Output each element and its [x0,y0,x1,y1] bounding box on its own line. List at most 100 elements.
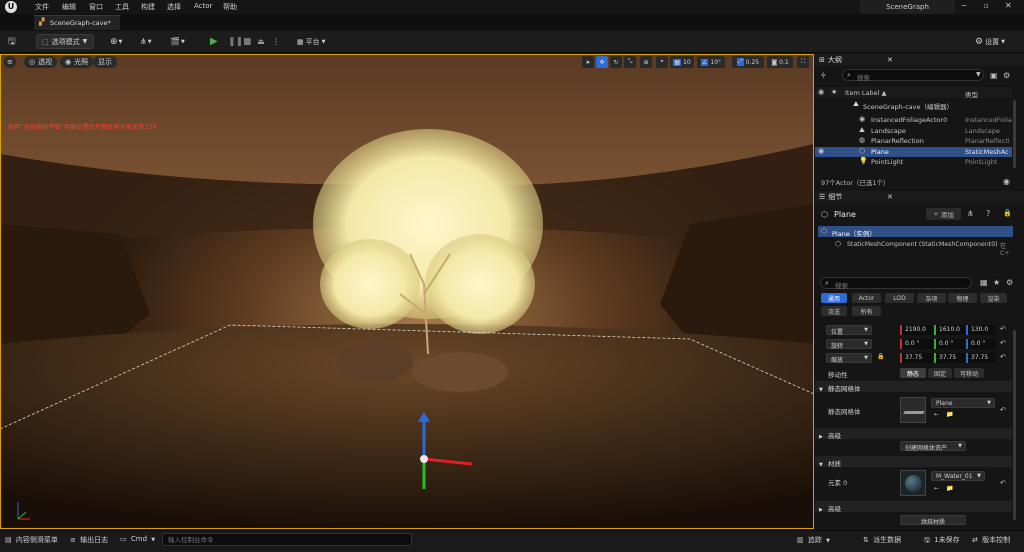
maximize-icon[interactable]: ▫ [984,2,989,10]
menu-file[interactable]: 文件 [35,2,49,12]
translate-tool-icon[interactable]: ✥ [596,56,608,68]
favorite-icon[interactable]: ★ [993,278,1000,287]
world-space-icon[interactable]: ⊕ [640,56,652,68]
reset-icon[interactable]: ↶ [1000,325,1006,333]
cmd-dropdown[interactable]: ▭ Cmd ▼ [120,535,155,543]
filter-physics[interactable]: 物理 [948,293,977,303]
outliner-row-selected[interactable]: ◉ ⬡ Plane StaticMeshAc [815,147,1012,157]
visibility-eye-icon[interactable]: ◉ [818,147,824,155]
component-row[interactable]: ⬡ StaticMeshComponent (StaticMeshCompone… [818,239,1015,257]
menu-actor[interactable]: Actor [194,2,212,10]
mesh-thumbnail[interactable] [900,397,926,423]
location-x-field[interactable]: 2190.0 [900,325,933,335]
outliner-row[interactable]: ◍ PlanarReflection PlanarReflecti [815,136,1012,146]
section-advanced[interactable]: ▶ 高级 [815,428,1012,440]
static-mesh-dropdown[interactable]: Plane ▼ [931,398,995,408]
platform-button[interactable]: ▦ 平台 ▼ [297,34,325,49]
reset-icon[interactable]: ↶ [1000,353,1006,361]
outliner-row[interactable]: ◉ InstancedFoliageActor0 InstancedFolia [815,115,1012,125]
viewport-menu-button[interactable]: ≡ [4,56,16,68]
show-button[interactable]: 显示 [93,56,117,68]
menu-help[interactable]: 帮助 [223,2,237,12]
source-control-button[interactable]: ⇄ 版本控制 [972,535,1010,545]
filter-general[interactable]: 通用 [821,293,847,303]
rotation-z-field[interactable]: 0.0 ° [966,339,996,349]
use-selected-icon[interactable]: ← [934,485,939,492]
location-dropdown[interactable]: 位置 ▼ [826,325,872,336]
level-viewport[interactable]: ≡ ◎ 透视 ◉ 光照 显示 ➤ ✥ ↻ ⤡ ⊕ ⌖ ▦ 10 ∠ 10° ⤢ … [0,54,814,529]
reset-icon[interactable]: ↶ [1000,339,1006,347]
rotation-snap-button[interactable]: ∠ 10° [697,56,725,68]
save-icon[interactable]: 🖫 [8,34,16,49]
location-y-field[interactable]: 1610.0 [934,325,965,335]
unsaved-button[interactable]: 🖫 1未保存 [924,535,960,547]
scale-y-field[interactable]: 37.75 [934,353,965,363]
blueprint-button[interactable]: ⋔ ▼ [140,34,152,49]
eject-button[interactable]: ⏏ [257,34,265,49]
filter-misc[interactable]: 杂项 [917,293,946,303]
rotation-dropdown[interactable]: 旋转 ▼ [826,339,872,350]
component-instance-row[interactable]: ⬡ Plane（实例） [818,226,1013,238]
outliner-row[interactable]: 💡 PointLight PointLight [815,157,1012,167]
filter-actor[interactable]: Actor [852,293,881,303]
table-view-icon[interactable]: ▦ [980,278,988,287]
bake-material-button[interactable]: 烘焙材质 [900,515,966,526]
camera-speed-button[interactable]: ◙ 0.1 [767,56,793,68]
grid-snap-button[interactable]: ▦ 10 [670,56,694,68]
menu-window[interactable]: 窗口 [89,2,103,12]
play-button[interactable]: ▶ [210,34,218,49]
settings-button[interactable]: ⚙ 设置 ▼ [975,34,1005,49]
menu-build[interactable]: 构建 [141,2,155,12]
scale-tool-icon[interactable]: ⤡ [624,56,636,68]
add-content-button[interactable]: ⊕ ▼ [110,34,122,49]
console-command-input[interactable] [162,533,412,546]
close-tab-icon[interactable]: ✕ [887,193,893,201]
content-drawer-button[interactable]: ▤ 内容侧滑菜单 [5,535,58,545]
mobility-static[interactable]: 静态 [900,368,926,378]
pause-button[interactable]: ❚❚ [228,34,243,49]
close-window-icon[interactable]: ✕ [1005,1,1012,10]
filter-icon[interactable]: ⫩ [821,71,826,81]
mode-select-dropdown[interactable]: ⬚ 选项模式 ▼ [36,34,94,49]
outliner-scrollbar[interactable] [1013,100,1016,168]
cinematics-button[interactable]: 🎬 ▼ [170,34,185,49]
section-materials[interactable]: ▼ 材质 [815,456,1012,468]
derived-data-button[interactable]: ⇅ 派生数据 [863,535,901,545]
scale-dropdown[interactable]: 缩放 ▼ [826,353,872,364]
select-tool-icon[interactable]: ➤ [582,56,594,68]
add-component-button[interactable]: + 添加 [926,208,961,220]
reset-icon[interactable]: ↶ [1000,406,1006,414]
details-search[interactable]: ⌕ 搜索 [820,277,972,290]
use-selected-icon[interactable]: ← [934,411,939,418]
unreal-logo-icon[interactable]: U [5,1,17,13]
view-options-icon[interactable]: ◉ [1003,177,1010,186]
output-log-button[interactable]: ≡ 输出日志 [70,535,108,545]
reset-icon[interactable]: ↶ [1000,479,1006,487]
pin-column-icon[interactable]: ★ [831,88,837,96]
item-label-column[interactable]: Item Label ▲ [845,89,886,97]
filter-lod[interactable]: LOD [885,293,914,303]
scale-snap-button[interactable]: ⤢ 0.25 [732,56,764,68]
trace-button[interactable]: ▥ 追踪 ▼ [797,535,830,545]
visibility-column-icon[interactable]: ◉ [818,88,824,96]
rotate-tool-icon[interactable]: ↻ [610,56,622,68]
stop-button[interactable]: ■ [243,34,252,49]
type-column[interactable]: 类型 [965,89,978,99]
close-tab-icon[interactable]: ✕ [887,56,893,64]
perspective-button[interactable]: ◎ 透视 [24,56,58,68]
create-mesh-asset-dropdown[interactable]: 创建网格体资产 ▼ [900,441,966,452]
material-thumbnail[interactable] [900,470,926,496]
outliner-settings-icon[interactable]: ⚙ [1003,71,1010,80]
minimize-icon[interactable]: ─ [962,2,966,10]
surface-snap-icon[interactable]: ⌖ [656,56,668,68]
menu-edit[interactable]: 编辑 [62,2,76,12]
outliner-row[interactable]: ⛰ Landscape Landscape [815,126,1012,136]
level-tab[interactable]: ▞ SceneGraph-cave* [34,15,120,30]
menu-select[interactable]: 选择 [167,2,181,12]
outliner-row[interactable]: ⛰ SceneGraph-cave（编辑器） [815,100,1012,111]
lock-icon[interactable]: 🔒 [1003,209,1012,217]
outliner-search[interactable]: ⌕ 搜索 ▼ [842,69,984,82]
lit-button[interactable]: ◉ 光照 [60,56,94,68]
play-options-button[interactable]: ⋮ [272,34,280,49]
material-dropdown[interactable]: M_Water_01 ▼ [931,471,985,481]
